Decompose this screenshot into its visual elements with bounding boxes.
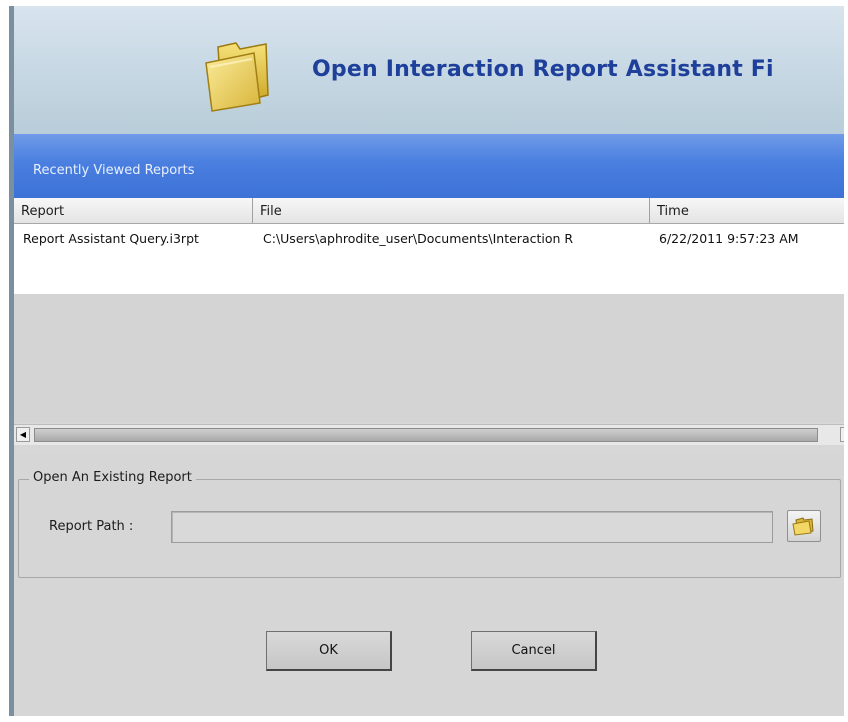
recent-reports-label: Recently Viewed Reports [33,163,195,178]
table-empty-area [14,294,844,422]
scrollbar-thumb[interactable] [34,428,818,442]
table-body: Report Assistant Query.i3rpt C:\Users\ap… [14,224,844,294]
column-header-file[interactable]: File [253,198,650,223]
table-header: Report File Time [14,198,844,224]
horizontal-scrollbar[interactable]: ◀ [14,424,844,445]
report-path-input[interactable] [171,511,773,543]
recent-reports-band: Recently Viewed Reports [14,134,844,198]
column-header-time[interactable]: Time [650,198,844,223]
dialog-window: Open Interaction Report Assistant Fi Rec… [9,6,844,716]
folder-icon [792,517,814,536]
cell-report: Report Assistant Query.i3rpt [23,231,199,246]
open-existing-report-group: Open An Existing Report Report Path : [18,470,841,578]
dialog-header: Open Interaction Report Assistant Fi [14,6,844,134]
cell-time: 6/22/2011 9:57:23 AM [659,231,799,246]
cell-file: C:\Users\aphrodite_user\Documents\Intera… [263,231,574,246]
report-path-label: Report Path : [49,519,134,534]
ok-button[interactable]: OK [266,631,392,671]
scroll-left-arrow-icon[interactable]: ◀ [16,427,30,442]
recent-reports-table: Report File Time Report Assistant Query.… [14,198,844,453]
group-title: Open An Existing Report [29,470,196,485]
browse-button[interactable] [787,510,821,542]
dialog-title: Open Interaction Report Assistant Fi [312,57,774,82]
folder-icon [205,42,269,112]
scroll-right-arrow-icon[interactable] [840,427,844,442]
column-header-report[interactable]: Report [14,198,253,223]
cancel-button[interactable]: Cancel [471,631,597,671]
